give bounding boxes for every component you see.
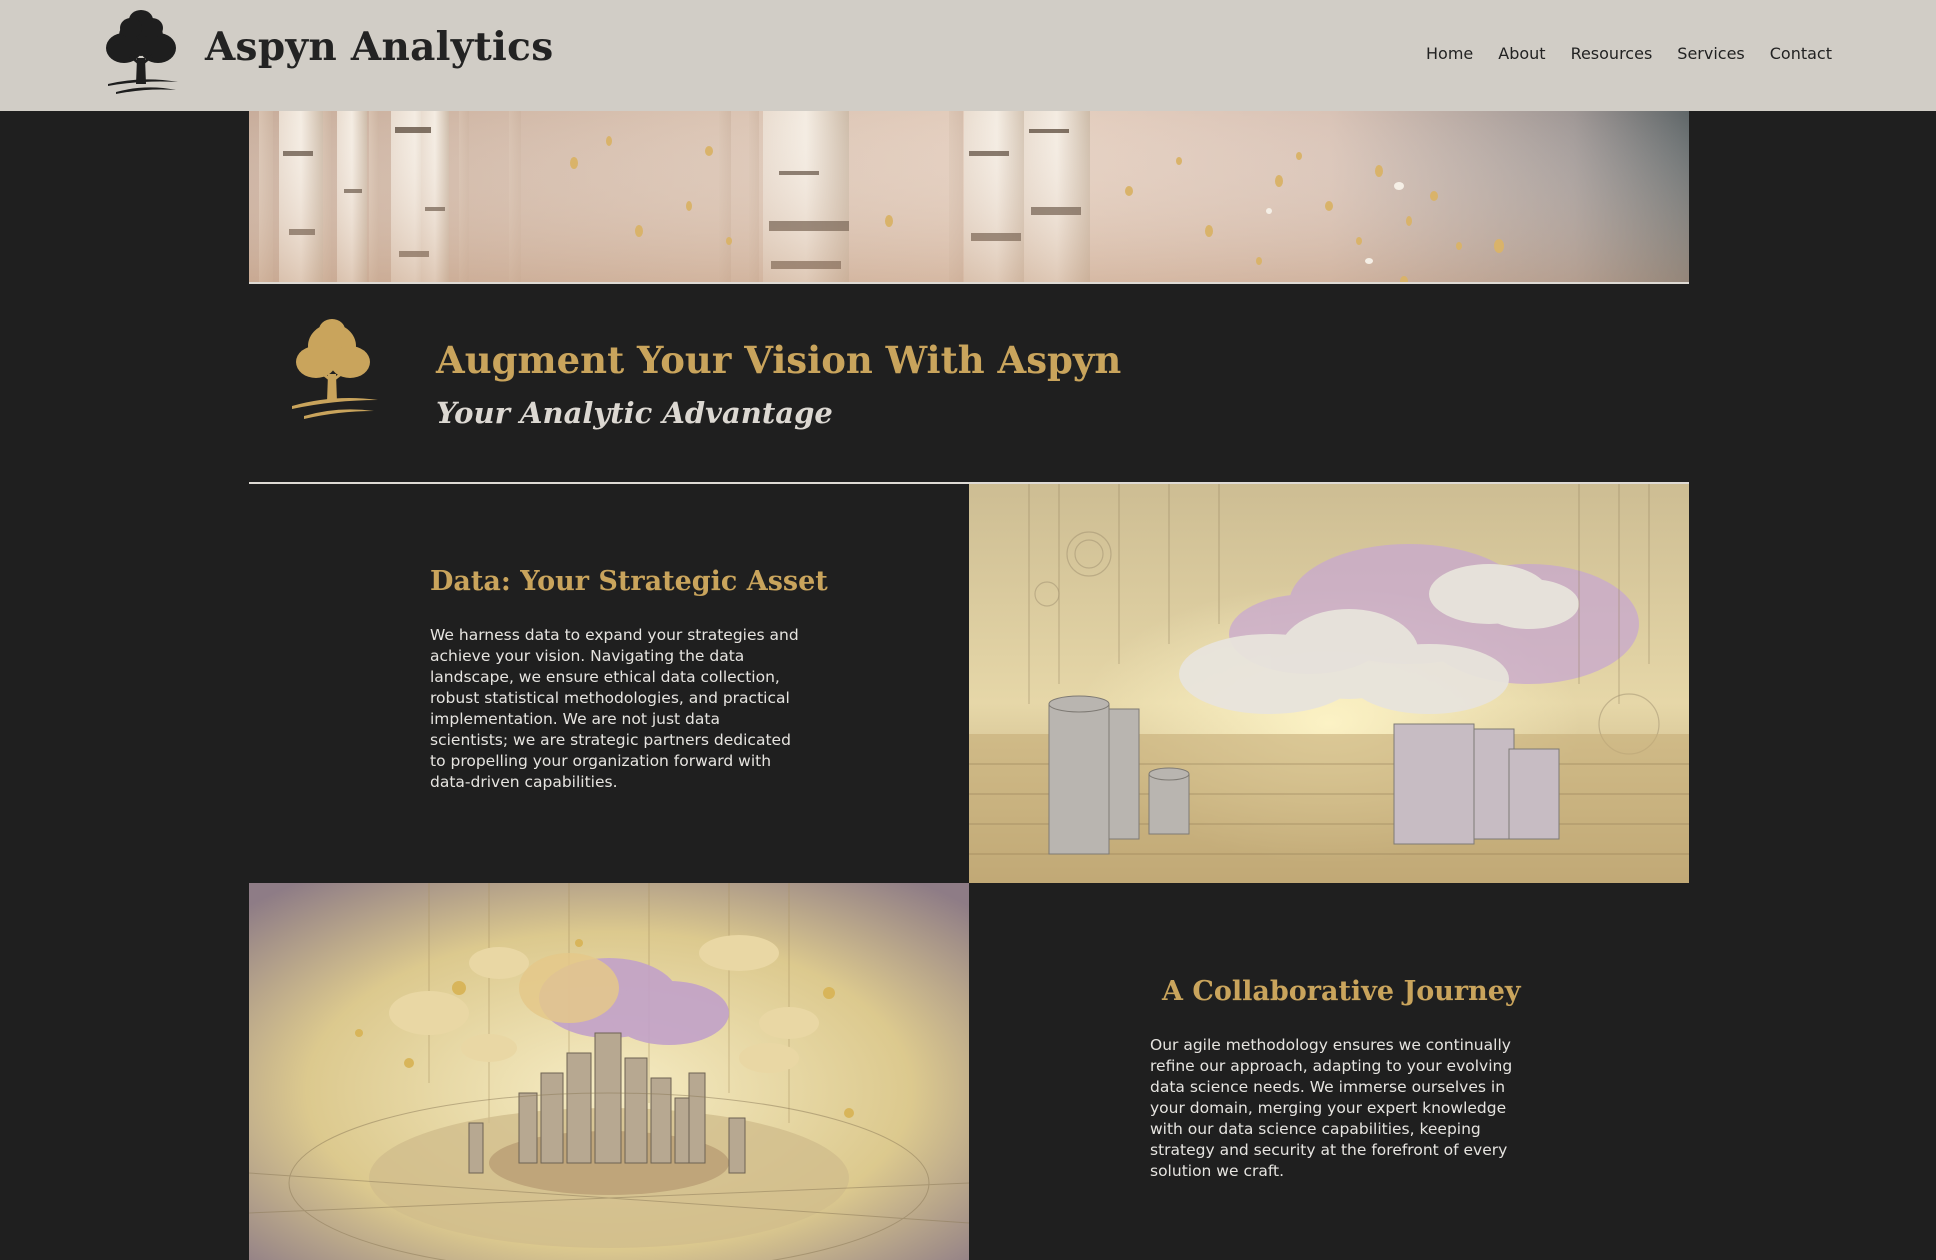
divider-top (249, 282, 1689, 284)
feature-strategic-asset: Data: Your Strategic Asset We harness da… (430, 566, 828, 793)
feature-heading: A Collaborative Journey (1162, 976, 1521, 1007)
cloud-city-illustration-image (249, 883, 969, 1260)
aspen-tree-logo-icon[interactable] (102, 8, 180, 98)
nav-contact[interactable]: Contact (1770, 44, 1832, 63)
cloud-data-illustration-image (969, 484, 1689, 883)
feature-collaborative-journey: A Collaborative Journey Our agile method… (1150, 976, 1521, 1182)
nav-about[interactable]: About (1498, 44, 1545, 63)
main-nav: Home About Resources Services Contact (1401, 44, 1832, 63)
feature-body: Our agile methodology ensures we continu… (1150, 1036, 1513, 1180)
intro-subtitle: Your Analytic Advantage (436, 396, 833, 430)
site-header: Aspyn Analytics Home About Resources Ser… (0, 0, 1936, 111)
nav-resources[interactable]: Resources (1571, 44, 1653, 63)
aspen-forest-banner-image (249, 111, 1689, 282)
feature-body: We harness data to expand your strategie… (430, 626, 799, 791)
aspen-tree-gold-icon (292, 319, 378, 419)
nav-services[interactable]: Services (1677, 44, 1744, 63)
intro-title: Augment Your Vision With Aspyn (436, 338, 1122, 382)
brand-name[interactable]: Aspyn Analytics (205, 24, 553, 70)
nav-home[interactable]: Home (1426, 44, 1473, 63)
feature-heading: Data: Your Strategic Asset (430, 566, 828, 597)
